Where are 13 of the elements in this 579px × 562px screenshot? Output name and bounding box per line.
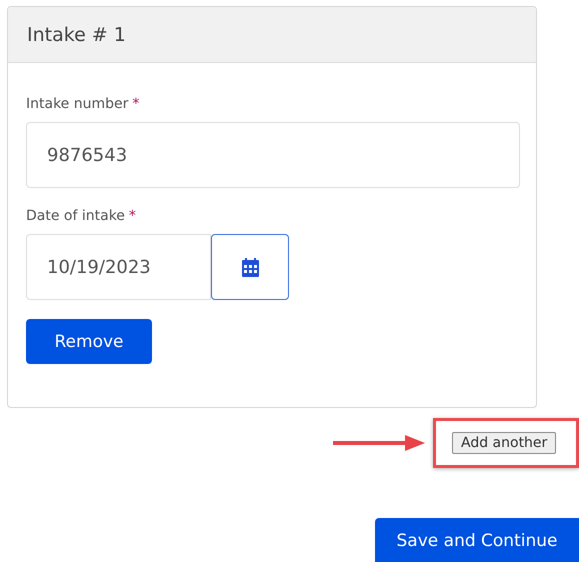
arrow-icon — [333, 435, 425, 451]
date-field[interactable]: 10/19/2023 — [26, 234, 211, 300]
save-continue-button[interactable]: Save and Continue — [375, 518, 579, 562]
required-mark: * — [128, 208, 136, 224]
add-another-button[interactable]: Add another — [452, 432, 556, 454]
remove-button[interactable]: Remove — [26, 319, 152, 364]
calendar-icon — [242, 258, 258, 276]
input-field[interactable]: 9876543 — [26, 122, 520, 188]
calendar-button[interactable] — [211, 234, 289, 300]
required-mark: * — [132, 96, 140, 112]
field-label: Date of intake — [26, 208, 125, 224]
field-label: Intake number — [26, 96, 128, 112]
card-title: Intake # 1 — [27, 24, 126, 46]
